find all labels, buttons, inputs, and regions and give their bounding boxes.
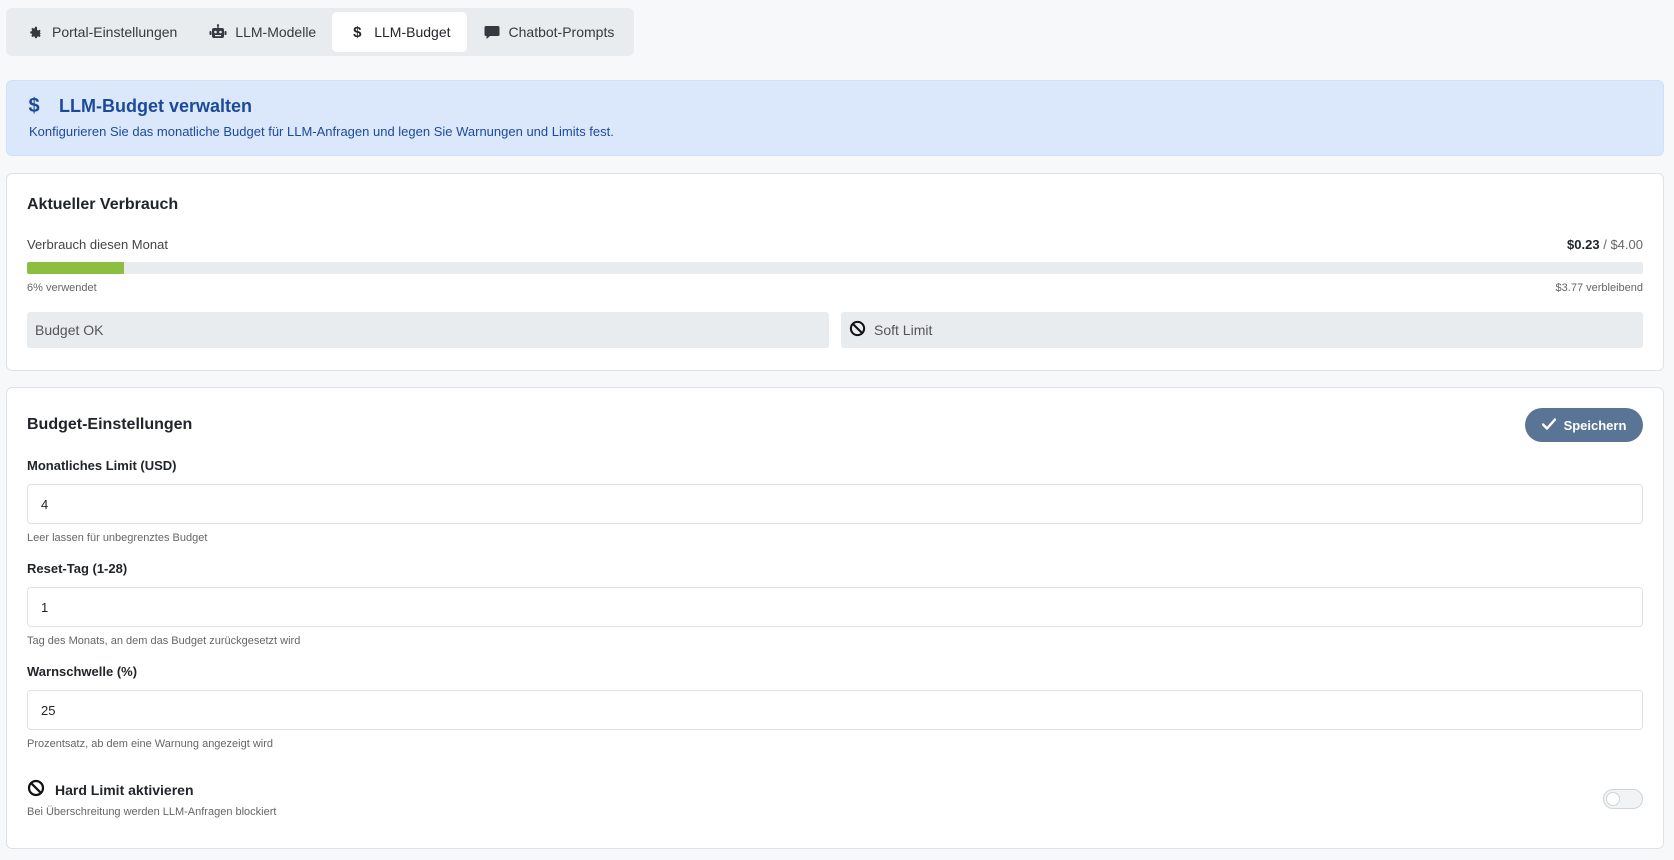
settings-card: Budget-Einstellungen Speichern Monatlich… bbox=[6, 387, 1664, 849]
warn-threshold-input[interactable] bbox=[27, 690, 1643, 730]
info-banner: $ LLM-Budget verwalten Konfigurieren Sie… bbox=[6, 80, 1664, 156]
usage-used-text: 6% verwendet bbox=[27, 282, 97, 294]
usage-card-title: Aktueller Verbrauch bbox=[27, 196, 179, 213]
usage-separator: / bbox=[1603, 237, 1607, 252]
toggle-knob bbox=[1606, 792, 1620, 806]
banner-title: $ LLM-Budget verwalten bbox=[23, 95, 1647, 118]
tab-label: Portal-Einstellungen bbox=[52, 24, 178, 40]
status-budget-ok: Budget OK bbox=[27, 312, 829, 348]
settings-card-title: Budget-Einstellungen bbox=[27, 416, 193, 433]
hard-limit-toggle[interactable] bbox=[1603, 789, 1643, 809]
tab-label: Chatbot-Prompts bbox=[508, 24, 615, 40]
robot-icon bbox=[209, 23, 227, 41]
usage-limit: $4.00 bbox=[1610, 237, 1643, 252]
usage-spent: $0.23 bbox=[1567, 237, 1600, 252]
warn-threshold-label: Warnschwelle (%) bbox=[27, 664, 138, 679]
usage-label: Verbrauch diesen Monat bbox=[27, 237, 168, 252]
ban-icon bbox=[849, 320, 866, 340]
tab-llm-modelle[interactable]: LLM-Modelle bbox=[193, 12, 332, 52]
check-icon bbox=[1541, 417, 1556, 433]
hard-limit-label-text: Hard Limit aktivieren bbox=[55, 781, 194, 798]
monthly-limit-input[interactable] bbox=[27, 484, 1643, 524]
tab-portal-einstellungen[interactable]: Portal-Einstellungen bbox=[10, 12, 193, 52]
tab-label: LLM-Budget bbox=[374, 24, 451, 40]
banner-subtitle: Konfigurieren Sie das monatliche Budget … bbox=[29, 124, 614, 139]
status-soft-label: Soft Limit bbox=[874, 322, 933, 338]
usage-progress-bar bbox=[27, 262, 1643, 274]
reset-day-input[interactable] bbox=[27, 587, 1643, 627]
status-soft-limit: Soft Limit bbox=[841, 312, 1643, 348]
usage-card: Aktueller Verbrauch Verbrauch diesen Mon… bbox=[6, 173, 1664, 371]
tab-label: LLM-Modelle bbox=[235, 24, 317, 40]
reset-day-label: Reset-Tag (1-28) bbox=[27, 561, 128, 576]
hard-limit-help: Bei Überschreitung werden LLM-Anfragen b… bbox=[27, 806, 277, 818]
dollar-icon: $ bbox=[353, 23, 362, 41]
save-button-label: Speichern bbox=[1563, 417, 1627, 433]
hard-limit-label: Hard Limit aktivieren bbox=[27, 779, 194, 800]
gear-icon bbox=[26, 23, 44, 41]
status-ok-label: Budget OK bbox=[35, 322, 104, 338]
reset-day-help: Tag des Monats, an dem das Budget zurück… bbox=[27, 635, 301, 647]
warn-threshold-help: Prozentsatz, ab dem eine Warnung angezei… bbox=[27, 738, 274, 750]
tab-bar: Portal-Einstellungen LLM-Modelle $ LLM-B… bbox=[6, 8, 635, 56]
monthly-limit-help: Leer lassen für unbegrenztes Budget bbox=[27, 532, 208, 544]
dollar-icon: $ bbox=[28, 95, 40, 117]
tab-llm-budget[interactable]: $ LLM-Budget bbox=[332, 12, 467, 52]
usage-progress-fill bbox=[27, 262, 124, 274]
chat-icon bbox=[483, 23, 501, 41]
banner-title-text: LLM-Budget verwalten bbox=[59, 96, 253, 116]
tab-chatbot-prompts[interactable]: Chatbot-Prompts bbox=[467, 12, 631, 52]
usage-remaining-text: $3.77 verbleibend bbox=[1555, 282, 1643, 294]
ban-icon bbox=[27, 779, 45, 800]
save-button[interactable]: Speichern bbox=[1525, 408, 1643, 442]
monthly-limit-label: Monatliches Limit (USD) bbox=[27, 458, 177, 473]
usage-amount: $0.23 / $4.00 bbox=[1567, 237, 1643, 252]
